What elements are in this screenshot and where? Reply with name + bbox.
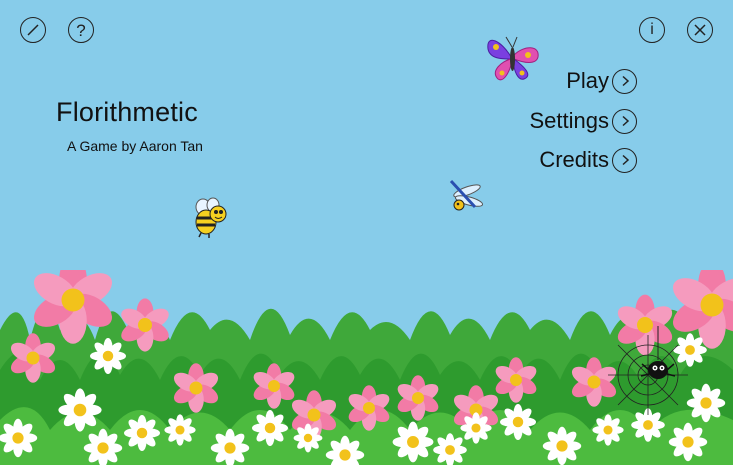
chevron-right-icon [612, 108, 637, 134]
bee-sprite [195, 197, 227, 238]
game-title: Florithmetic [56, 97, 198, 127]
edit-button[interactable] [20, 17, 46, 43]
dragonfly-sprite [449, 179, 484, 211]
info-icon: i [650, 21, 654, 38]
close-icon [694, 24, 706, 36]
credits-label: Credits [539, 147, 609, 172]
play-button[interactable]: Play [566, 68, 637, 94]
game-subtitle: A Game by Aaron Tan [67, 138, 203, 154]
play-label: Play [566, 68, 609, 93]
info-button[interactable]: i [639, 17, 665, 43]
settings-button[interactable]: Settings [529, 108, 637, 134]
close-button[interactable] [687, 17, 713, 43]
chevron-right-icon [612, 147, 637, 173]
question-mark-icon: ? [76, 20, 86, 40]
flower-meadow [0, 270, 733, 465]
help-button[interactable]: ? [68, 17, 94, 43]
butterfly-sprite [487, 36, 539, 81]
chevron-right-icon [612, 68, 637, 94]
credits-button[interactable]: Credits [539, 147, 637, 173]
settings-label: Settings [529, 108, 610, 133]
slash-icon [27, 24, 39, 36]
